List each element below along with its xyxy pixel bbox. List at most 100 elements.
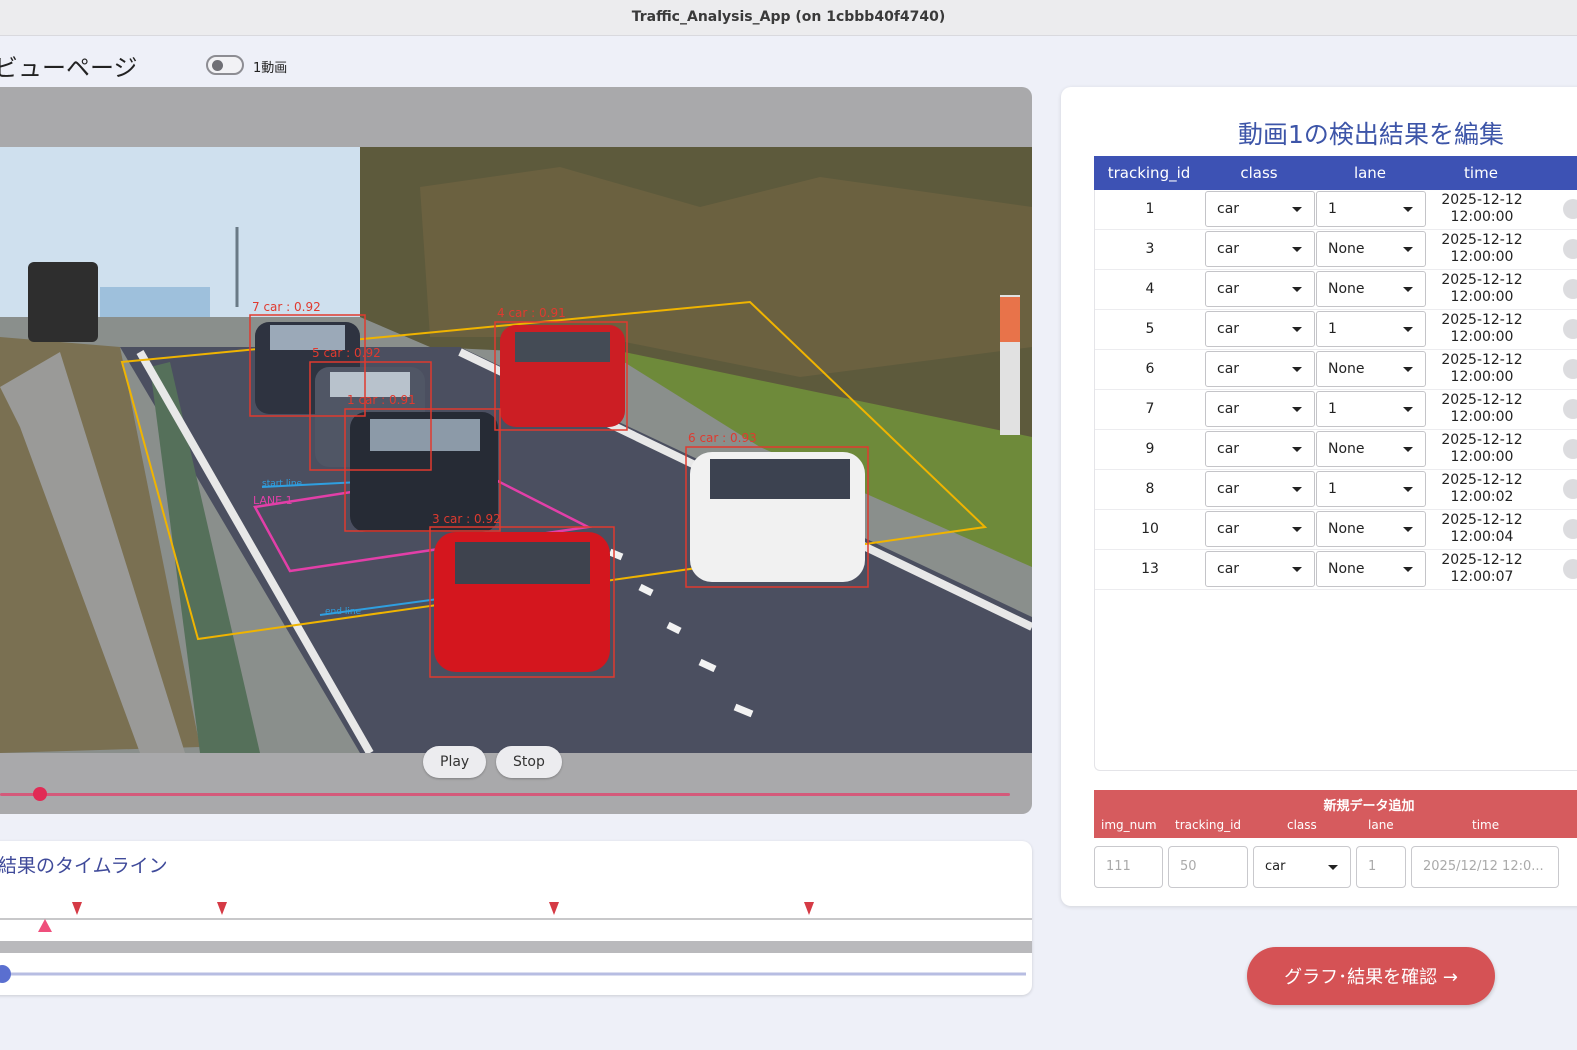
- lane-select[interactable]: 1: [1316, 391, 1426, 427]
- lane-select[interactable]: None: [1316, 231, 1426, 267]
- lane-select[interactable]: None: [1316, 351, 1426, 387]
- class-select[interactable]: car: [1205, 431, 1315, 467]
- time-date: 2025-12-12: [1441, 472, 1523, 488]
- lane-select[interactable]: 1: [1316, 191, 1426, 227]
- tracking-id-cell: 6: [1145, 361, 1155, 377]
- seek-track[interactable]: [0, 793, 1010, 796]
- time-date: 2025-12-12: [1441, 232, 1523, 248]
- table-row: 3 car None 2025-12-12 12:00:00: [1095, 230, 1577, 270]
- single-video-toggle[interactable]: [206, 55, 244, 75]
- timeline-graphic: [0, 902, 1032, 983]
- class-select[interactable]: car: [1205, 191, 1315, 227]
- table-row: 10 car None 2025-12-12 12:00:04: [1095, 510, 1577, 550]
- timeline-cursor-icon: [38, 919, 52, 932]
- detection-label-5: 5 car : 0.92: [312, 346, 381, 360]
- lane-select[interactable]: None: [1316, 431, 1426, 467]
- tracking-id-cell: 3: [1145, 241, 1155, 257]
- page-title: ビューページ: [0, 54, 138, 82]
- timeline-markers: [72, 902, 814, 915]
- tracking-id-cell: 1: [1145, 201, 1155, 217]
- chevron-down-icon: [1292, 207, 1302, 212]
- class-select[interactable]: car: [1205, 351, 1315, 387]
- chevron-down-icon: [1403, 247, 1413, 252]
- detection-label-4: 4 car : 0.91: [497, 306, 566, 320]
- row-action-button[interactable]: [1563, 279, 1577, 299]
- class-select[interactable]: car: [1205, 271, 1315, 307]
- time-clock: 12:00:02: [1450, 489, 1514, 505]
- time-date: 2025-12-12: [1441, 192, 1523, 208]
- time-cell: 2025-12-12 12:00:00: [1427, 192, 1537, 226]
- row-action-button[interactable]: [1563, 439, 1577, 459]
- edit-panel-title: 動画1の検出結果を編集: [1238, 120, 1504, 149]
- play-button[interactable]: Play: [423, 746, 487, 778]
- lane-select-value: None: [1328, 441, 1365, 457]
- chevron-down-icon: [1292, 247, 1302, 252]
- chevron-down-icon: [1292, 407, 1302, 412]
- lane-select-value: 1: [1328, 481, 1337, 497]
- add-column-header: class: [1287, 818, 1317, 832]
- lane-select[interactable]: None: [1316, 511, 1426, 547]
- table-row: 4 car None 2025-12-12 12:00:00: [1095, 270, 1577, 310]
- class-select[interactable]: car: [1205, 391, 1315, 427]
- row-action-button[interactable]: [1563, 199, 1577, 219]
- row-action-button[interactable]: [1563, 559, 1577, 579]
- lane-select[interactable]: None: [1316, 551, 1426, 587]
- detection-label-1: 1 car : 0.91: [347, 393, 416, 407]
- lane-select[interactable]: 1: [1316, 471, 1426, 507]
- tracking-id-input[interactable]: 50: [1168, 846, 1248, 888]
- lane-select[interactable]: None: [1316, 271, 1426, 307]
- time-clock: 12:00:04: [1450, 529, 1514, 545]
- lane-input[interactable]: 1: [1356, 846, 1406, 888]
- lane-select-value: None: [1328, 561, 1365, 577]
- class-select-value: car: [1217, 401, 1240, 417]
- timeline-marker: [72, 902, 82, 915]
- class-select[interactable]: car: [1205, 511, 1315, 547]
- view-graph-results-button[interactable]: グラフ･結果を確認 →: [1247, 947, 1495, 1005]
- tracking-id-cell: 5: [1145, 321, 1155, 337]
- row-action-button[interactable]: [1563, 359, 1577, 379]
- class-select[interactable]: car: [1205, 311, 1315, 347]
- row-action-button[interactable]: [1563, 239, 1577, 259]
- lane-select-value: None: [1328, 241, 1365, 257]
- time-date: 2025-12-12: [1441, 272, 1523, 288]
- class-select-value: car: [1217, 561, 1240, 577]
- seek-thumb[interactable]: [33, 787, 47, 801]
- row-action-button[interactable]: [1563, 399, 1577, 419]
- time-date: 2025-12-12: [1441, 392, 1523, 408]
- road-sign: [28, 262, 98, 342]
- class-select-value: car: [1217, 321, 1240, 337]
- row-action-button[interactable]: [1563, 479, 1577, 499]
- chevron-down-icon: [1292, 287, 1302, 292]
- column-header: time: [1464, 164, 1498, 182]
- chevron-down-icon: [1292, 527, 1302, 532]
- stop-button[interactable]: Stop: [496, 746, 562, 778]
- time-input[interactable]: 2025/12/12 12:0...: [1411, 846, 1559, 888]
- class-select[interactable]: car: [1205, 551, 1315, 587]
- time-cell: 2025-12-12 12:00:00: [1427, 312, 1537, 346]
- time-cell: 2025-12-12 12:00:00: [1427, 352, 1537, 386]
- video-frame[interactable]: LANE 1 start line end line 7 car: 0.92 …: [0, 147, 1032, 753]
- lane-label: LANE 1: [253, 494, 293, 507]
- lane-select-value: None: [1328, 281, 1365, 297]
- time-date: 2025-12-12: [1441, 552, 1523, 568]
- chevron-down-icon: [1403, 487, 1413, 492]
- time-clock: 12:00:07: [1450, 569, 1514, 585]
- class-select-new[interactable]: car: [1253, 846, 1351, 888]
- row-action-button[interactable]: [1563, 519, 1577, 539]
- img-num-input[interactable]: 111: [1094, 846, 1163, 888]
- time-clock: 12:00:00: [1450, 369, 1514, 385]
- time-clock: 12:00:00: [1450, 329, 1514, 345]
- lane-select[interactable]: 1: [1316, 311, 1426, 347]
- class-select-value: car: [1217, 241, 1240, 257]
- timeline-marker: [549, 902, 559, 915]
- table-row: 6 car None 2025-12-12 12:00:00: [1095, 350, 1577, 390]
- table-row: 9 car None 2025-12-12 12:00:00: [1095, 430, 1577, 470]
- time-clock: 12:00:00: [1450, 289, 1514, 305]
- row-action-button[interactable]: [1563, 319, 1577, 339]
- lane-select-value: None: [1328, 521, 1365, 537]
- class-select[interactable]: car: [1205, 471, 1315, 507]
- class-select-value: car: [1217, 441, 1240, 457]
- column-header: tracking_id: [1107, 164, 1191, 182]
- class-select[interactable]: car: [1205, 231, 1315, 267]
- time-cell: 2025-12-12 12:00:02: [1427, 472, 1537, 506]
